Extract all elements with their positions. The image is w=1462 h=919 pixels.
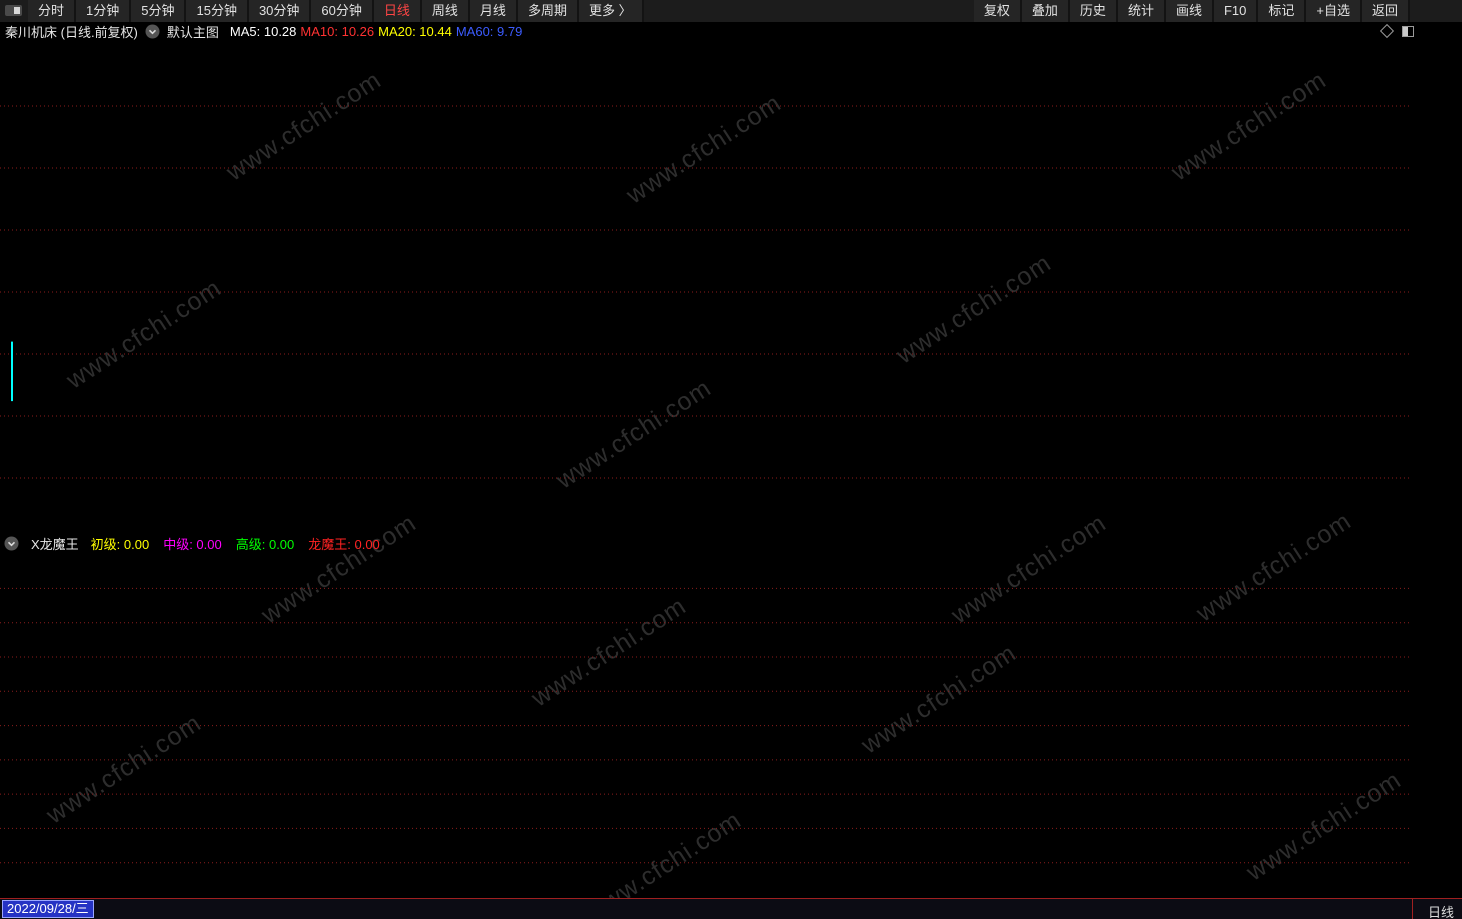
- ma-legend: MA5: 10.28MA10: 10.26 MA20: 10.44 MA60: 9.…: [226, 24, 522, 39]
- chart-canvas: [0, 0, 1462, 919]
- stock-title: 秦川机床 (日线.前复权): [5, 22, 138, 41]
- info-bar: 秦川机床 (日线.前复权) 默认主图 MA5: 10.28MA10: 10.26…: [0, 22, 1462, 40]
- timeframe-item-5[interactable]: 60分钟: [311, 0, 373, 22]
- tool-item-1[interactable]: 叠加: [1022, 0, 1070, 22]
- indicator-values: 初级: 0.00 中级: 0.00 高级: 0.00 龙魔王: 0.00: [91, 534, 394, 553]
- tool-item-7[interactable]: +自选: [1306, 0, 1362, 22]
- timeframe-menu: 分时1分钟5分钟15分钟30分钟60分钟日线周线月线多周期更多 〉: [28, 0, 644, 22]
- chevron-down-icon[interactable]: [145, 24, 160, 39]
- chevron-down-icon[interactable]: [4, 536, 19, 551]
- indicator-field-1: 中级: 0.00: [163, 537, 222, 552]
- ma-legend-item-1: MA10: 10.26: [300, 24, 374, 39]
- status-bar: 2022/09/28/三 日线: [0, 898, 1462, 919]
- indicator-name[interactable]: X龙魔王: [31, 534, 79, 553]
- ma-legend-item-3: MA60: 9.79: [456, 24, 523, 39]
- timeframe-item-6[interactable]: 日线: [374, 0, 422, 22]
- sub-indicator-header: X龙魔王 初级: 0.00 中级: 0.00 高级: 0.00 龙魔王: 0.00: [0, 534, 1412, 552]
- tool-item-2[interactable]: 历史: [1070, 0, 1118, 22]
- date-chip[interactable]: 2022/09/28/三: [2, 900, 94, 918]
- axis-separator: [1412, 899, 1413, 919]
- timeframe-item-3[interactable]: 15分钟: [186, 0, 248, 22]
- tool-item-6[interactable]: 标记: [1258, 0, 1306, 22]
- tools-menu: 复权叠加历史统计画线F10标记+自选返回: [974, 0, 1462, 22]
- tool-item-8[interactable]: 返回: [1362, 0, 1410, 22]
- period-label: 日线: [1428, 902, 1454, 919]
- tool-item-3[interactable]: 统计: [1118, 0, 1166, 22]
- tool-item-0[interactable]: 复权: [974, 0, 1022, 22]
- indicator-field-3: 龙魔王: 0.00: [308, 537, 380, 552]
- ma-legend-item-2: MA20: 10.44: [378, 24, 452, 39]
- timeframe-item-4[interactable]: 30分钟: [249, 0, 311, 22]
- tool-item-4[interactable]: 画线: [1166, 0, 1214, 22]
- diamond-icon[interactable]: [1380, 24, 1394, 38]
- timeframe-item-0[interactable]: 分时: [28, 0, 76, 22]
- timeframe-item-1[interactable]: 1分钟: [76, 0, 131, 22]
- sub-plot-area[interactable]: [0, 552, 1412, 897]
- split-view-icon[interactable]: [1402, 26, 1414, 37]
- timeframe-item-9[interactable]: 多周期: [518, 0, 579, 22]
- timeframe-item-8[interactable]: 月线: [470, 0, 518, 22]
- main-overlay-selector[interactable]: 默认主图: [167, 22, 219, 41]
- timeframe-item-2[interactable]: 5分钟: [131, 0, 186, 22]
- indicator-field-2: 高级: 0.00: [236, 537, 295, 552]
- ma-legend-item-0: MA5: 10.28: [230, 24, 297, 39]
- indicator-field-0: 初级: 0.00: [91, 537, 150, 552]
- main-plot-area[interactable]: [0, 40, 1412, 533]
- menu-bar: 分时1分钟5分钟15分钟30分钟60分钟日线周线月线多周期更多 〉 复权叠加历史…: [0, 0, 1462, 22]
- tool-item-5[interactable]: F10: [1214, 0, 1258, 22]
- timeframe-item-10[interactable]: 更多 〉: [579, 0, 644, 22]
- stock-chart-window: www.cfchi.comwww.cfchi.comwww.cfchi.comw…: [0, 0, 1462, 919]
- timeframe-item-7[interactable]: 周线: [422, 0, 470, 22]
- keyboard-wizard-icon[interactable]: [5, 5, 22, 16]
